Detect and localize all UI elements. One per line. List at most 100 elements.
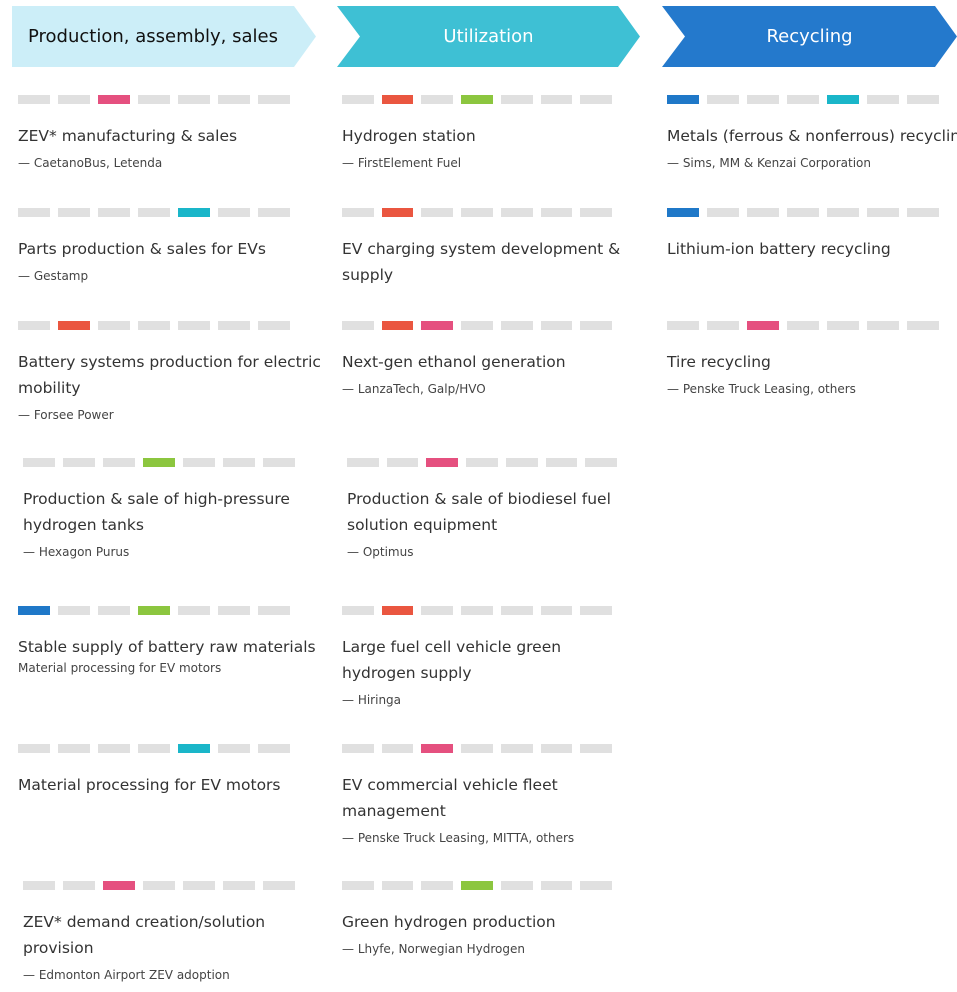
item-subtitle: — LanzaTech, Galp/HVO	[342, 382, 486, 396]
indicator-bar-gray	[707, 321, 739, 330]
item-title: Battery systems production for electric m…	[18, 349, 321, 423]
indicator-bar-gray	[867, 208, 899, 217]
item-title-line: Production & sale of biodiesel fuel	[347, 490, 611, 508]
indicator-bar-gray	[381, 881, 414, 890]
item-title-line: Next-gen ethanol generation	[342, 353, 566, 371]
indicator-bar-red	[381, 208, 414, 217]
indicator-bar-red	[58, 321, 90, 330]
indicator-bar-gray	[381, 744, 414, 753]
indicator-bar-pink	[747, 321, 779, 330]
item-title-line: Material processing for EV motors	[18, 776, 281, 794]
item-title-line: Battery systems production for electric	[18, 353, 321, 371]
indicator-bar-gray	[867, 321, 899, 330]
indicator-bar-gray	[540, 744, 573, 753]
item-title-line: Tire recycling	[667, 353, 771, 371]
indicator-bar-pink	[421, 321, 454, 330]
indicator-bar-gray	[500, 606, 533, 615]
indicator-bar-gray	[466, 458, 498, 467]
business-item: Production & sale of biodiesel fuel solut…	[347, 458, 618, 559]
indicator-bar-gray	[505, 458, 538, 467]
indicator-bar-gray	[580, 606, 613, 615]
indicator-bar-green	[461, 95, 493, 104]
indicator-bar-green	[461, 881, 493, 890]
item-title-line: hydrogen supply	[342, 664, 472, 682]
item-title-line: mobility	[18, 379, 81, 397]
item-title-line: supply	[342, 266, 394, 284]
indicator-bar-pink	[103, 881, 135, 890]
item-subtitle: — Gestamp	[18, 269, 89, 283]
indicator-bar-gray	[342, 208, 374, 217]
indicator-bar-gray	[500, 321, 533, 330]
item-title-line: Large fuel cell vehicle green	[342, 638, 562, 656]
indicator-bar-cyan	[178, 208, 210, 217]
indicator-bar-gray	[138, 208, 170, 217]
item-subtitle: — CaetanoBus, Letenda	[18, 156, 163, 170]
indicator-bar-gray	[421, 208, 454, 217]
indicator-bar-gray	[143, 881, 175, 890]
item-subtitle: — Penske Truck Leasing, MITTA, others	[342, 831, 575, 845]
indicator-bar-gray	[667, 321, 699, 330]
indicator-bar-gray	[223, 458, 255, 467]
indicator-bar-gray	[263, 458, 295, 467]
indicator-bar-red	[381, 606, 414, 615]
item-title-line: EV charging system development &	[342, 240, 621, 258]
indicator-bar-gray	[103, 458, 135, 467]
indicator-bar-gray	[58, 744, 90, 753]
indicator-bar-gray	[218, 744, 250, 753]
item-subtitle: — Penske Truck Leasing, others	[667, 382, 856, 396]
indicator-bar-gray	[178, 606, 210, 615]
indicator-bar-gray	[342, 744, 374, 753]
indicator-bar-gray	[907, 321, 939, 330]
indicator-bar-gray	[540, 95, 573, 104]
item-title: EV commercial vehicle fleet management — P…	[342, 772, 574, 846]
indicator-bar-gray	[347, 458, 379, 467]
item-title-line: Production & sale of high-pressure	[23, 490, 290, 508]
indicator-bar-gray	[23, 881, 55, 890]
business-item: Lithium-ion battery recycling	[667, 208, 957, 258]
indicator-bar-gray	[18, 744, 50, 753]
indicator-bar-gray	[23, 458, 55, 467]
indicator-bar-gray	[580, 881, 613, 890]
indicator-bar-gray	[500, 881, 533, 890]
indicator-bar-gray	[258, 321, 290, 330]
indicator-bar-gray	[178, 321, 210, 330]
item-subtitle: — Edmonton Airport ZEV adoption	[23, 968, 230, 982]
item-title: ZEV* manufacturing & sales — CaetanoBus, …	[18, 123, 237, 171]
indicator-bar-gray	[421, 606, 454, 615]
header-utilization: Utilization	[337, 6, 640, 67]
item-title-line: Parts production & sales for EVs	[18, 240, 266, 258]
indicator-bar-gray	[747, 208, 779, 217]
item-subtitle: Material processing for EV motors	[18, 661, 222, 675]
item-title: Production & sale of biodiesel fuel solut…	[347, 486, 611, 560]
indicator-bar-gray	[223, 881, 255, 890]
indicator-bar-blue	[18, 606, 50, 615]
item-title-line: Stable supply of battery raw materials	[18, 638, 316, 656]
indicator-bar-blue	[667, 208, 699, 217]
indicator-bar-gray	[907, 208, 939, 217]
indicator-bar-gray	[907, 95, 939, 104]
category-indicator	[18, 208, 313, 217]
indicator-bar-gray	[747, 95, 779, 104]
item-title-line: hydrogen tanks	[23, 516, 144, 534]
business-item: Parts production & sales for EVs — Gestam…	[18, 208, 313, 283]
indicator-bar-gray	[18, 95, 50, 104]
indicator-bar-gray	[707, 95, 739, 104]
indicator-bar-gray	[461, 606, 493, 615]
indicator-bar-gray	[18, 321, 50, 330]
header-label: Utilization	[443, 26, 534, 47]
indicator-bar-gray	[18, 208, 50, 217]
indicator-bar-gray	[540, 606, 573, 615]
item-subtitle: — FirstElement Fuel	[342, 156, 462, 170]
category-indicator	[342, 744, 613, 753]
indicator-bar-cyan	[827, 95, 859, 104]
indicator-bar-gray	[138, 321, 170, 330]
indicator-bar-gray	[540, 208, 573, 217]
header-production: Production, assembly, sales	[12, 6, 316, 67]
business-item: Hydrogen station — FirstElement Fuel	[342, 95, 613, 170]
business-item: Stable supply of battery raw materials Ma…	[18, 606, 316, 675]
category-indicator	[342, 208, 613, 217]
category-indicator	[667, 208, 957, 217]
business-item: Next-gen ethanol generation — LanzaTech, …	[342, 321, 613, 396]
indicator-bar-gray	[98, 321, 130, 330]
item-title-line: Hydrogen station	[342, 127, 476, 145]
